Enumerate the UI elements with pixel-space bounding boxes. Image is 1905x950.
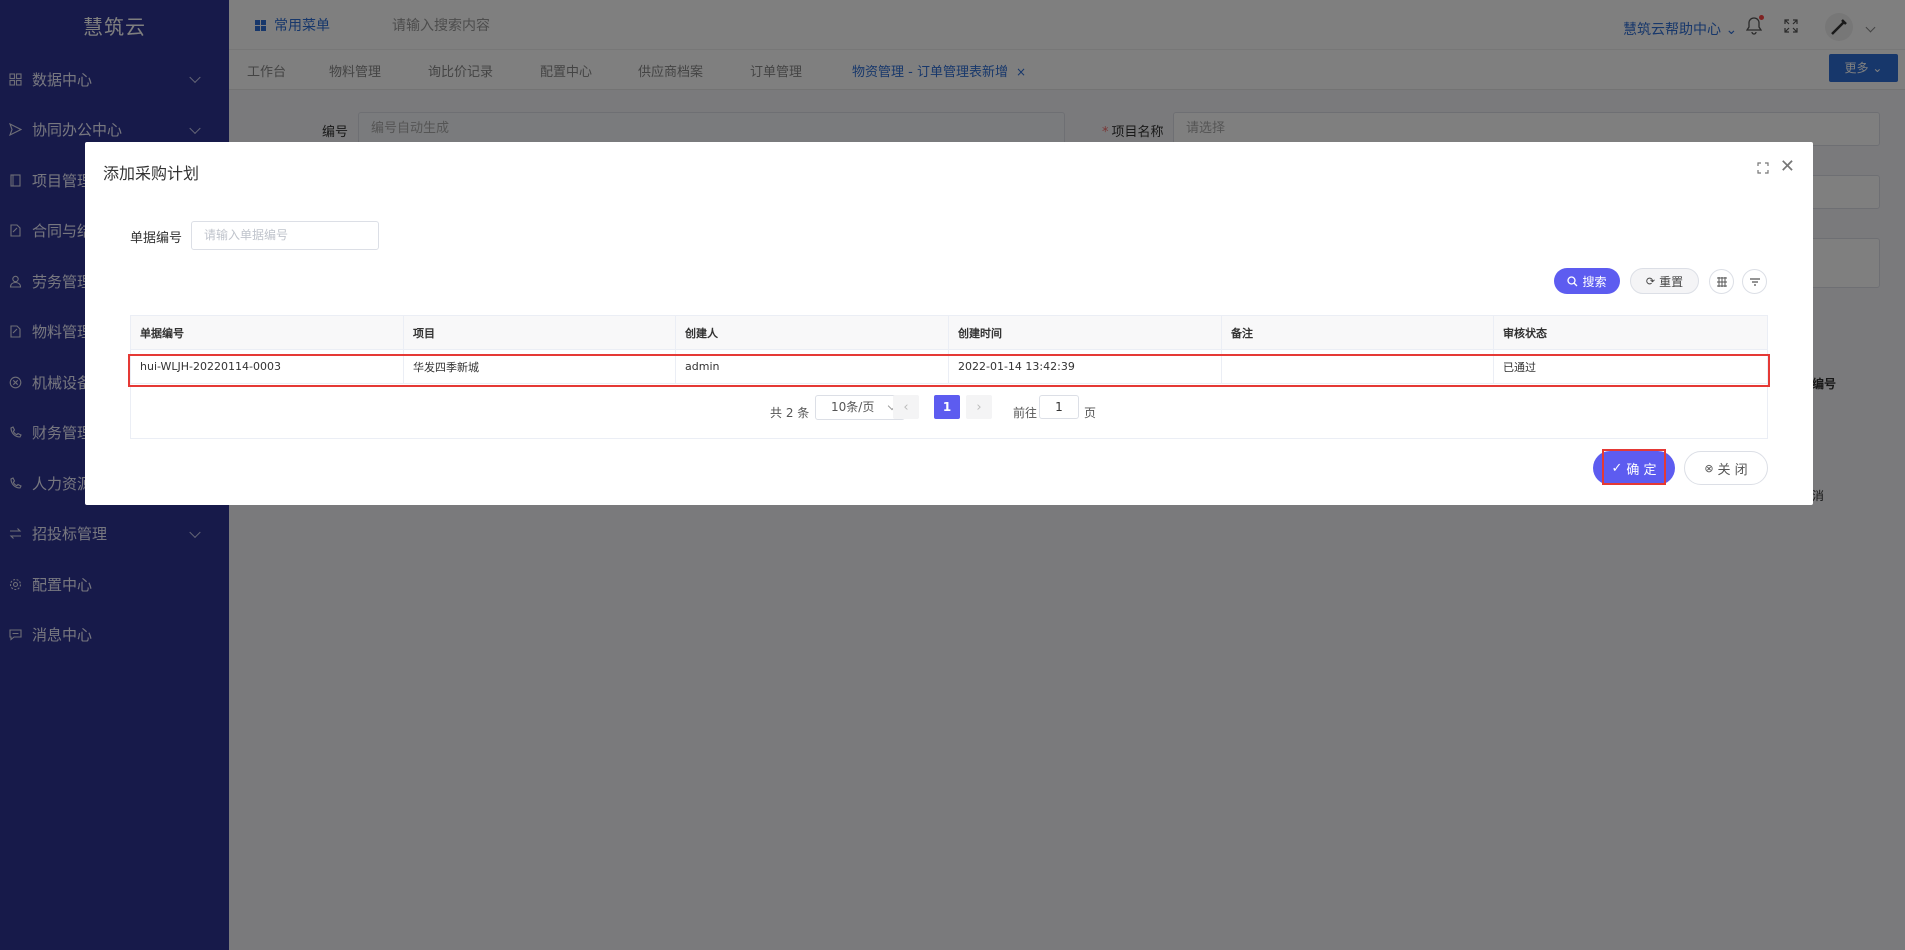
table-cell: admin <box>676 350 949 383</box>
circle-x-icon: ⊗ <box>1704 461 1714 475</box>
pagination-total: 共 2 条 <box>770 406 810 420</box>
close-icon[interactable]: ✕ <box>1780 158 1795 176</box>
add-purchase-plan-dialog: 添加采购计划 ✕ 单据编号 请输入单据编号 搜索 ⟳ 重置 单据编号 项目 创建人创… <box>85 142 1813 505</box>
refresh-icon: ⟳ <box>1645 274 1656 288</box>
column-header[interactable]: 审核状态 <box>1494 316 1769 349</box>
column-header[interactable]: 创建时间 <box>949 316 1222 349</box>
columns-icon[interactable] <box>1709 269 1734 294</box>
confirm-button[interactable]: ✓ 确 定 <box>1593 451 1675 485</box>
table-header: 单据编号 项目 创建人 创建时间 备注 审核状态 <box>131 316 1767 350</box>
prev-page-button[interactable]: ‹ <box>893 395 919 419</box>
table-body: hui-WLJH-20220114-0003 华发四季新城 admin 2022-01… <box>131 350 1767 383</box>
pagination: 共 2 条 10条/页 ‹ 1 › 前往 1 页 <box>131 383 1767 438</box>
search-label: 搜索 <box>1582 274 1607 289</box>
maximize-icon[interactable] <box>1757 162 1769 174</box>
current-page-button[interactable]: 1 <box>934 395 960 419</box>
next-page-button[interactable]: › <box>966 395 992 419</box>
table-cell <box>1222 350 1494 383</box>
goto-label: 前往 <box>1013 406 1038 420</box>
table-cell: hui-WLJH-20220114-0003 <box>131 350 404 383</box>
reset-button[interactable]: ⟳ 重置 <box>1630 268 1699 294</box>
purchase-plan-table: 单据编号 项目 创建人 创建时间 备注 审核状态 hui-WLJH-20220114-00… <box>130 315 1768 439</box>
goto-page-input[interactable]: 1 <box>1039 395 1079 419</box>
check-icon: ✓ <box>1611 460 1623 476</box>
table-row[interactable]: hui-WLJH-20220114-0003 华发四季新城 admin 2022-01… <box>131 350 1767 383</box>
column-header[interactable]: 备注 <box>1222 316 1494 349</box>
close-button[interactable]: ⊗ 关 闭 <box>1684 451 1768 485</box>
document-number-input[interactable]: 请输入单据编号 <box>191 221 379 250</box>
reset-label: 重置 <box>1659 274 1684 289</box>
table-cell: 华发四季新城 <box>404 350 676 383</box>
close-label: 关 闭 <box>1717 462 1748 478</box>
column-header[interactable]: 单据编号 <box>131 316 404 349</box>
column-header[interactable]: 项目 <box>404 316 676 349</box>
search-button[interactable]: 搜索 <box>1554 268 1620 294</box>
page-size-select[interactable]: 10条/页 <box>815 395 905 420</box>
search-icon <box>1567 275 1578 286</box>
confirm-label: 确 定 <box>1626 462 1657 478</box>
page-size-label: 10条/页 <box>831 400 875 414</box>
column-header[interactable]: 创建人 <box>676 316 949 349</box>
filter-icon[interactable] <box>1742 269 1767 294</box>
query-label: 单据编号 <box>130 231 183 246</box>
table-cell: 2022-01-14 13:42:39 <box>949 350 1222 383</box>
dialog-title: 添加采购计划 <box>103 164 200 183</box>
table-cell: 已通过 <box>1503 360 1536 374</box>
page-suffix: 页 <box>1084 406 1097 420</box>
